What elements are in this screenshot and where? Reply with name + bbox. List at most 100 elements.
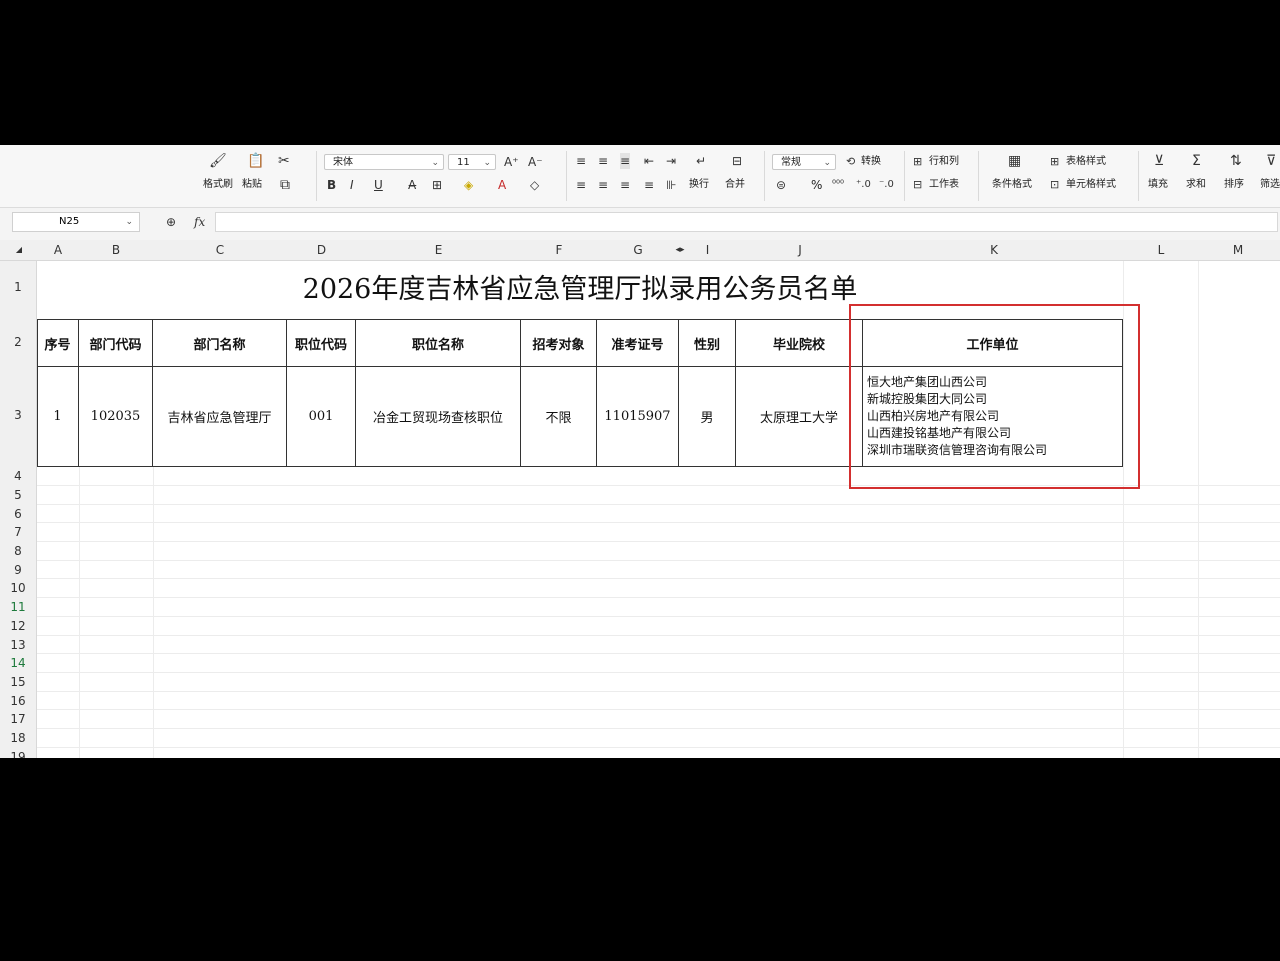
font-color-icon[interactable]: A [498,177,506,193]
column-header[interactable]: M [1198,240,1278,260]
merge-button[interactable]: 合并 [725,179,745,191]
header-cell[interactable]: 职位代码 [287,320,356,367]
row-header[interactable]: 18 [0,731,36,745]
copy-icon[interactable]: ⧉ [280,177,290,193]
decrease-decimal-icon[interactable]: ⁻.0 [879,177,894,193]
column-header[interactable]: F [521,240,597,260]
distribute-icon[interactable]: ⊪ [666,177,676,193]
underline-button[interactable]: U [374,177,383,193]
cut-icon[interactable]: ✂ [278,153,290,169]
name-box[interactable]: N25 ⌄ [12,212,140,232]
format-painter-button[interactable]: 格式刷 [203,179,233,191]
align-top-icon[interactable]: ≡ [576,153,586,169]
fx-label[interactable]: fx [194,214,205,230]
cell-style-button[interactable]: 单元格样式 [1066,179,1116,191]
row-header[interactable]: 14 [0,656,36,670]
column-header[interactable]: C [153,240,287,260]
column-header[interactable]: E [356,240,521,260]
header-cell[interactable]: 毕业院校 [736,320,863,367]
data-cell[interactable]: 不限 [521,367,597,467]
header-cell[interactable]: 招考对象 [521,320,597,367]
thousands-icon[interactable]: ⁰⁰⁰ [832,177,844,193]
increase-decimal-icon[interactable]: ⁺.0 [856,177,871,193]
convert-button[interactable]: 转换 [861,156,881,168]
row-col-button[interactable]: 行和列 [929,156,959,168]
number-format-select[interactable]: 常规 ⌄ [772,154,836,170]
row-header[interactable]: 8 [0,544,36,558]
column-header[interactable]: I [679,240,736,260]
merge-icon[interactable]: ⊟ [732,153,742,169]
column-header[interactable]: D [287,240,356,260]
font-size-select[interactable]: 11 ⌄ [448,154,496,170]
align-center-icon[interactable]: ≡ [598,177,608,193]
data-cell[interactable]: 1 [37,367,79,467]
formula-input[interactable] [215,212,1278,232]
wrap-icon[interactable]: ↵ [696,153,706,169]
header-cell[interactable]: 职位名称 [356,320,521,367]
column-header[interactable]: J [736,240,864,260]
row-header[interactable]: 6 [0,507,36,521]
column-header[interactable]: G [597,240,679,260]
header-cell[interactable]: 序号 [37,320,79,367]
row-header[interactable]: 4 [0,469,36,483]
bold-button[interactable]: B [327,177,336,193]
sort-button[interactable]: 排序 [1224,179,1244,191]
indent-decrease-icon[interactable]: ⇤ [644,153,654,169]
fill-color-icon[interactable]: ◈ [464,177,473,193]
header-cell[interactable]: 性别 [679,320,736,367]
row-header[interactable]: 16 [0,694,36,708]
select-all-corner[interactable]: ◢ [12,240,26,260]
clear-format-icon[interactable]: ◇ [530,177,539,193]
align-left-icon[interactable]: ≡ [576,177,586,193]
wrap-button[interactable]: 换行 [689,179,709,191]
row-header[interactable]: 7 [0,525,36,539]
data-cell[interactable]: 102035 [79,367,153,467]
filter-button[interactable]: 筛选 [1260,179,1280,191]
sum-button[interactable]: 求和 [1186,179,1206,191]
currency-icon[interactable]: ⊜ [776,177,786,193]
column-header[interactable]: B [79,240,153,260]
row-header[interactable]: 10 [0,581,36,595]
row-header[interactable]: 5 [0,488,36,502]
increase-font-icon[interactable]: A⁺ [504,154,519,170]
fill-button[interactable]: 填充 [1148,179,1168,191]
row-header[interactable]: 15 [0,675,36,689]
data-cell[interactable]: 001 [287,367,356,467]
column-header[interactable]: A [37,240,79,260]
row-header[interactable]: 12 [0,619,36,633]
align-right-icon[interactable]: ≡ [620,177,630,193]
conditional-format-button[interactable]: 条件格式 [992,179,1032,191]
justify-icon[interactable]: ≡ [644,177,654,193]
column-header[interactable]: L [1124,240,1198,260]
percent-button[interactable]: % [811,179,822,191]
data-cell[interactable]: 男 [679,367,736,467]
align-middle-icon[interactable]: ≡ [598,153,608,169]
data-cell[interactable]: 太原理工大学 [736,367,863,467]
italic-button[interactable]: I [350,177,354,193]
data-cell[interactable]: 11015907 [597,367,679,467]
data-cell[interactable]: 吉林省应急管理厅 [153,367,287,467]
header-cell[interactable]: 部门代码 [79,320,153,367]
border-icon[interactable]: ⊞ [432,177,442,193]
zoom-icon[interactable]: ⊕ [166,214,176,230]
data-cell[interactable]: 冶金工贸现场查核职位 [356,367,521,467]
indent-increase-icon[interactable]: ⇥ [666,153,676,169]
row-header[interactable]: 1 [0,280,36,294]
font-name-select[interactable]: 宋体 ⌄ [324,154,444,170]
row-header[interactable]: 13 [0,638,36,652]
header-cell[interactable]: 部门名称 [153,320,287,367]
column-header[interactable]: K [864,240,1124,260]
paste-button[interactable]: 粘贴 [242,179,262,191]
row-header[interactable]: 19 [0,750,36,758]
header-cell[interactable]: 准考证号 [597,320,679,367]
row-header[interactable]: 11 [0,600,36,614]
row-header[interactable]: 9 [0,563,36,577]
strikethrough-icon[interactable]: A̶ [408,177,416,193]
row-header[interactable]: 3 [0,408,36,422]
row-header[interactable]: 2 [0,335,36,349]
worksheet-button[interactable]: 工作表 [929,179,959,191]
decrease-font-icon[interactable]: A⁻ [528,154,543,170]
table-style-button[interactable]: 表格样式 [1066,156,1106,168]
align-bottom-icon[interactable]: ≡ [620,153,631,169]
row-header[interactable]: 17 [0,712,36,726]
